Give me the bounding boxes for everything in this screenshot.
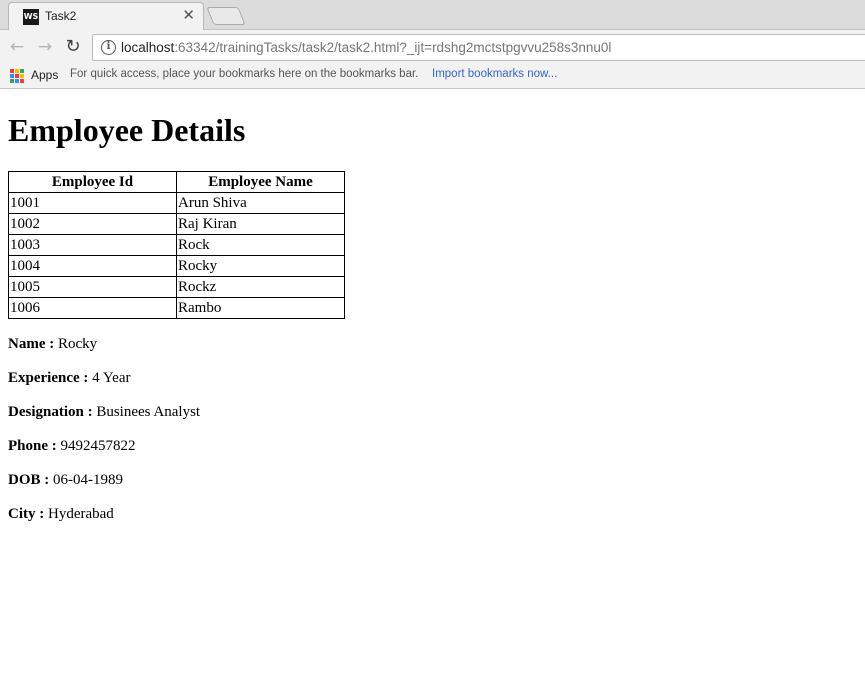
webstorm-favicon-icon: WS (23, 9, 39, 25)
address-bar[interactable]: i localhost:63342/trainingTasks/task2/ta… (92, 34, 865, 61)
employee-name-cell: Rambo (176, 297, 345, 319)
page-content: Employee Details Employee Id Employee Na… (8, 90, 858, 523)
url-path: :63342/trainingTasks/task2/task2.html?_i… (174, 40, 612, 55)
browser-tab[interactable]: WS Task2 ✕ (8, 2, 204, 30)
table-body: 1001 Arun Shiva 1002 Raj Kiran 1003 Rock 1004 R… (8, 192, 345, 319)
detail-label: Designation : (8, 404, 93, 420)
employee-id-cell: 1002 (8, 213, 177, 235)
detail-value: Rocky (54, 336, 98, 352)
info-icon[interactable]: i (101, 40, 116, 55)
employee-details: Name : Rocky Experience : 4 Year Designati… (8, 335, 858, 523)
detail-label: DOB : (8, 472, 50, 488)
employee-table: Employee Id Employee Name 1001 Arun Shiva… (8, 171, 345, 319)
detail-line: Designation : Businees Analyst (8, 403, 858, 421)
detail-value: 4 Year (88, 370, 131, 386)
apps-label[interactable]: Apps (31, 68, 58, 82)
import-bookmarks-link[interactable]: Import bookmarks now... (432, 68, 557, 80)
detail-label: City : (8, 506, 45, 522)
table-row: 1003 Rock (8, 234, 345, 256)
employee-id-cell: 1004 (8, 255, 177, 277)
apps-grid-icon[interactable] (10, 69, 24, 83)
back-arrow-icon[interactable]: ← (6, 36, 28, 58)
tab-title: Task2 (45, 9, 77, 23)
employee-id-cell: 1003 (8, 234, 177, 256)
close-tab-icon[interactable]: ✕ (182, 7, 195, 25)
detail-value: Hyderabad (44, 506, 114, 522)
column-header: Employee Name (176, 171, 345, 193)
tab-strip: WS Task2 ✕ (0, 0, 865, 30)
employee-id-cell: 1006 (8, 297, 177, 319)
detail-value: Businees Analyst (92, 404, 201, 420)
detail-value: 9492457822 (56, 438, 136, 454)
table-row: 1002 Raj Kiran (8, 213, 345, 235)
column-header: Employee Id (8, 171, 177, 193)
detail-line: Experience : 4 Year (8, 369, 858, 387)
url-host: localhost (121, 40, 175, 55)
detail-line: City : Hyderabad (8, 505, 858, 523)
detail-line: Phone : 9492457822 (8, 437, 858, 455)
detail-label: Name : (8, 336, 55, 352)
page-title: Employee Details (8, 112, 246, 148)
reload-icon[interactable]: ↻ (62, 36, 84, 58)
employee-id-cell: 1005 (8, 276, 177, 298)
employee-name-cell: Raj Kiran (176, 213, 345, 235)
new-tab-button[interactable] (206, 7, 246, 25)
employee-name-cell: Rocky (176, 255, 345, 277)
table-header-row: Employee Id Employee Name (8, 171, 345, 193)
url-text[interactable]: localhost:63342/trainingTasks/task2/task… (121, 40, 611, 55)
detail-line: DOB : 06-04-1989 (8, 471, 858, 489)
employee-id-cell: 1001 (8, 192, 177, 214)
table-row: 1005 Rockz (8, 276, 345, 298)
bookmarks-bar: Apps For quick access, place your bookma… (0, 64, 865, 89)
detail-value: 06-04-1989 (49, 472, 123, 488)
browser-toolbar: ← → ↻ i localhost:63342/trainingTasks/ta… (0, 30, 865, 64)
detail-label: Experience : (8, 370, 89, 386)
bookmarks-hint: For quick access, place your bookmarks h… (70, 68, 419, 80)
detail-line: Name : Rocky (8, 335, 858, 353)
forward-arrow-icon[interactable]: → (34, 36, 56, 58)
table-row: 1006 Rambo (8, 297, 345, 319)
detail-label: Phone : (8, 438, 57, 454)
table-row: 1004 Rocky (8, 255, 345, 277)
employee-name-cell: Arun Shiva (176, 192, 345, 214)
table-row: 1001 Arun Shiva (8, 192, 345, 214)
employee-name-cell: Rock (176, 234, 345, 256)
employee-name-cell: Rockz (176, 276, 345, 298)
